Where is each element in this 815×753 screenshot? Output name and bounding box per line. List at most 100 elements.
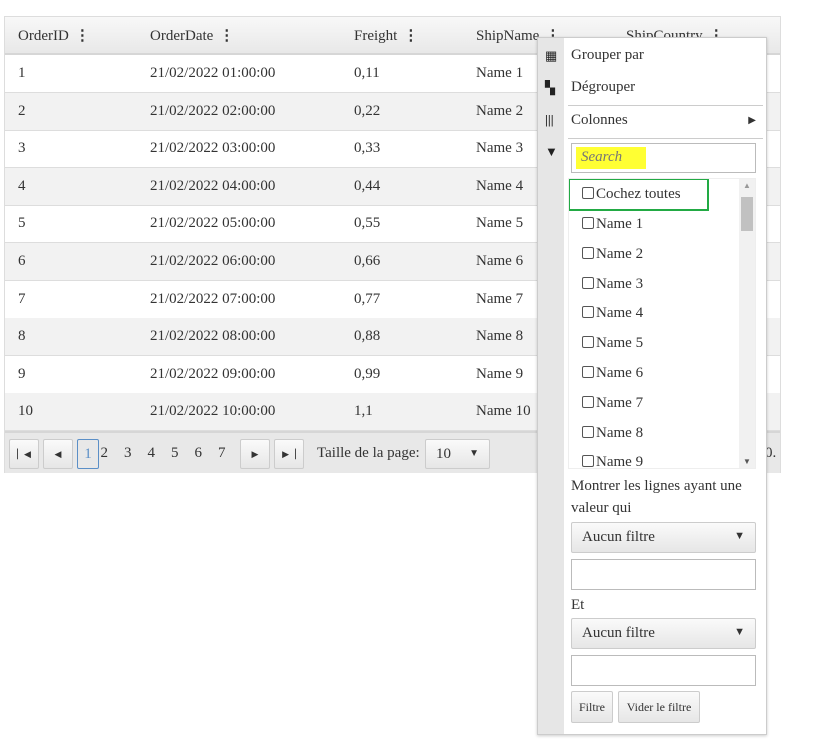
- table-cell: 21/02/2022 06:00:00: [150, 253, 276, 269]
- table-cell: Name 8: [476, 328, 524, 345]
- table-cell: 2: [18, 102, 26, 119]
- column-label: OrderDate: [150, 28, 214, 44]
- table-cell: 6: [18, 253, 26, 269]
- table-cell: 21/02/2022 08:00:00: [150, 328, 276, 345]
- table-cell: Name 2: [476, 102, 524, 119]
- table-cell: 21/02/2022 04:00:00: [150, 177, 276, 194]
- value-checkbox[interactable]: Name 1: [582, 216, 643, 233]
- table-cell: 1,1: [354, 403, 373, 420]
- table-cell: 21/02/2022 02:00:00: [150, 102, 276, 119]
- select-value: Aucun filtre: [582, 625, 655, 641]
- filter-description-2: valeur qui: [571, 500, 632, 516]
- list-scrollbar[interactable]: ▲ ▼: [739, 179, 755, 468]
- divider: [568, 105, 763, 106]
- filter-operator-2-select[interactable]: Aucun filtre ▼: [571, 618, 756, 649]
- table-cell: 5: [18, 215, 26, 232]
- table-cell: 8: [18, 328, 26, 345]
- last-page-button[interactable]: ▶▕: [274, 439, 304, 469]
- filter-value-2-input[interactable]: [571, 655, 756, 686]
- table-cell: Name 4: [476, 177, 524, 194]
- checkbox-icon: [582, 306, 594, 319]
- table-cell: 0,22: [354, 102, 381, 119]
- first-page-button[interactable]: ▏◀: [9, 439, 39, 469]
- checkbox-icon: [582, 455, 594, 468]
- table-cell: 0,77: [354, 290, 381, 307]
- value-checkbox[interactable]: Name 3: [582, 276, 643, 293]
- value-checkbox[interactable]: Name 9: [582, 454, 644, 469]
- checkbox-label: Name 9: [596, 454, 644, 469]
- table-cell: 21/02/2022 10:00:00: [150, 403, 276, 420]
- value-checkbox[interactable]: Name 7: [582, 395, 643, 412]
- value-checkbox[interactable]: Name 4: [582, 305, 643, 322]
- checkbox-icon: [582, 217, 594, 229]
- table-cell: 21/02/2022 07:00:00: [150, 290, 276, 307]
- table-cell: 0,99: [354, 365, 381, 382]
- checkbox-icon: [582, 366, 594, 378]
- checkbox-label: Name 2: [596, 245, 644, 262]
- page-1-button[interactable]: 1: [77, 439, 99, 469]
- divider: [568, 138, 763, 139]
- and-label: Et: [571, 597, 585, 613]
- checkbox-label: Name 7: [596, 394, 644, 411]
- filter-value-list: Cochez toutes Name 1 Name 2 Name 3 Name 4 Na…: [568, 178, 756, 469]
- clear-filter-button[interactable]: Vider le filtre: [618, 691, 700, 723]
- menu-item-ungroup[interactable]: Dégrouper: [571, 79, 635, 96]
- column-header-freight[interactable]: Freight ⋮: [354, 26, 418, 45]
- table-cell: Name 6: [476, 253, 524, 269]
- prev-page-button[interactable]: ◀: [43, 439, 73, 469]
- table-cell: 3: [18, 140, 26, 157]
- column-header-orderid[interactable]: OrderID ⋮: [18, 26, 90, 45]
- check-all-checkbox[interactable]: Cochez toutes: [582, 186, 681, 203]
- filter-button[interactable]: Filtre: [571, 691, 613, 723]
- filter-value-1-input[interactable]: [571, 559, 756, 590]
- value-checkbox[interactable]: Name 5: [582, 335, 643, 352]
- table-cell: 1: [18, 65, 26, 81]
- checkbox-icon: [582, 246, 594, 259]
- menu-icon-column: [538, 38, 564, 734]
- value-checkbox[interactable]: Name 6: [582, 365, 643, 382]
- filter-operator-1-select[interactable]: Aucun filtre ▼: [571, 522, 756, 553]
- select-value: Aucun filtre: [582, 529, 655, 545]
- table-cell: 21/02/2022 01:00:00: [150, 65, 276, 81]
- search-placeholder: Search: [576, 147, 646, 169]
- page-size-value: 10: [436, 446, 451, 462]
- scroll-down-icon[interactable]: ▼: [743, 457, 751, 466]
- column-label: OrderID: [18, 28, 69, 44]
- checkbox-icon: [582, 425, 594, 438]
- ungroup-icon: ▚: [545, 80, 555, 95]
- checkbox-label: Cochez toutes: [596, 186, 681, 202]
- group-icon: ▦: [545, 48, 558, 63]
- search-input[interactable]: Search: [571, 143, 756, 173]
- page-6-button[interactable]: 6: [195, 445, 203, 462]
- table-cell: 0,33: [354, 140, 381, 157]
- next-page-button[interactable]: ▶: [240, 439, 270, 469]
- menu-item-group-by[interactable]: Grouper par: [571, 47, 644, 64]
- page-size-select[interactable]: 10 ▼: [425, 439, 490, 469]
- table-cell: 7: [18, 290, 26, 307]
- page-2-button[interactable]: 2: [101, 445, 109, 462]
- page-5-button[interactable]: 5: [171, 445, 179, 462]
- column-menu-icon[interactable]: ⋮: [219, 26, 234, 45]
- table-cell: 10: [18, 403, 33, 420]
- scroll-up-icon[interactable]: ▲: [743, 181, 751, 190]
- checkbox-icon: [582, 276, 594, 289]
- column-menu-icon[interactable]: ⋮: [75, 26, 90, 45]
- checkbox-label: Name 1: [596, 216, 644, 232]
- checkbox-icon: [582, 336, 594, 349]
- columns-icon: |||: [545, 112, 554, 127]
- column-menu-icon[interactable]: ⋮: [403, 26, 418, 45]
- page-4-button[interactable]: 4: [148, 445, 156, 462]
- page-7-button[interactable]: 7: [218, 445, 226, 462]
- value-checkbox[interactable]: Name 8: [582, 425, 643, 442]
- checkbox-label: Name 4: [596, 305, 644, 322]
- scrollbar-thumb[interactable]: [741, 197, 753, 231]
- table-cell: 9: [18, 365, 26, 382]
- filter-description: Montrer les lignes ayant une: [571, 478, 742, 494]
- table-cell: 0,55: [354, 215, 381, 232]
- checkbox-label: Name 8: [596, 424, 644, 441]
- page-3-button[interactable]: 3: [124, 445, 132, 462]
- column-header-orderdate[interactable]: OrderDate ⋮: [150, 26, 234, 45]
- menu-item-columns[interactable]: Colonnes ▶: [571, 112, 756, 129]
- table-cell: 21/02/2022 09:00:00: [150, 365, 276, 382]
- value-checkbox[interactable]: Name 2: [582, 246, 643, 263]
